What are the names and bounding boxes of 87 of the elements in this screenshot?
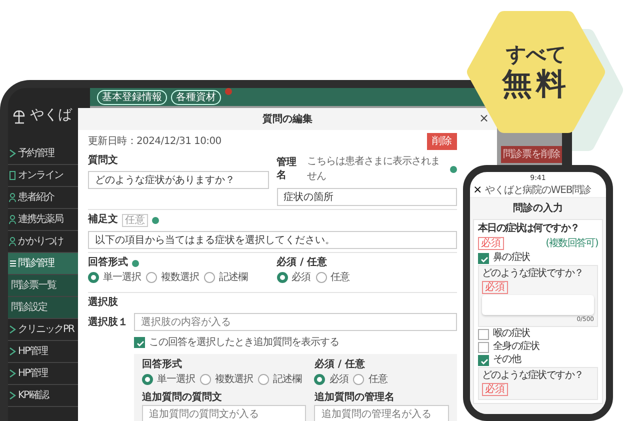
checkbox-label: 全身の症状	[493, 341, 540, 353]
radio-label: 単一選択	[157, 373, 195, 387]
close-button[interactable]: ×	[473, 183, 482, 197]
header-title: やくばと病院のWEB問診	[485, 184, 591, 198]
checkbox-label: この回答を選択したとき追加質問を表示する	[149, 336, 339, 350]
field-label: 必須 / 任意	[314, 358, 366, 371]
checkbox-label: その他	[493, 354, 521, 366]
section-label: 選択肢	[88, 296, 119, 309]
radio-label: 記述欄	[273, 372, 302, 387]
field-label: 必須 / 任意	[276, 256, 328, 269]
chevron-icon	[9, 325, 16, 334]
input-field[interactable]: 追加質問の質問文が入る	[142, 405, 306, 421]
radio-button[interactable]	[314, 374, 326, 385]
tab-button[interactable]: 各種資材	[171, 90, 221, 104]
help-icon	[132, 260, 139, 266]
delete-button[interactable]: 削除	[427, 133, 457, 150]
radio-button[interactable]	[200, 374, 211, 385]
radio-button[interactable]	[258, 374, 269, 385]
field-label: 質問文	[88, 154, 119, 167]
radio-button[interactable]	[204, 272, 215, 283]
person-icon	[9, 215, 16, 224]
promo-text: 無料	[501, 68, 571, 102]
field-label: 追加質問の質問文	[142, 391, 223, 404]
help-icon	[450, 166, 457, 172]
checkbox[interactable]	[134, 337, 145, 348]
radio-label: 複数選択	[215, 372, 253, 387]
chevron-icon	[9, 347, 16, 356]
logo-text: やくば	[30, 106, 72, 125]
question-text: どのような症状ですか？	[482, 370, 584, 382]
input-field[interactable]: 選択肢の内容が入る	[134, 313, 457, 331]
checkbox[interactable]	[478, 354, 489, 366]
chevron-icon	[9, 391, 16, 400]
sidebar-item[interactable]: 問診設定	[8, 297, 78, 319]
question-text: 本日の症状は何ですか？	[478, 223, 580, 235]
field-label: 追加質問の管理名	[314, 391, 396, 404]
checkbox-label: 喉の症状	[493, 328, 530, 340]
phone-icon	[9, 171, 16, 180]
checkbox[interactable]	[478, 328, 489, 340]
tab-button[interactable]: 基本登録情報	[97, 90, 167, 104]
radio-label: 記述欄	[219, 270, 248, 285]
radio-button[interactable]	[88, 272, 99, 283]
notification-dot	[225, 88, 232, 95]
checkbox[interactable]	[478, 252, 489, 264]
page-title: 問診の入力	[512, 202, 564, 216]
radio-button[interactable]	[316, 272, 326, 283]
required-tag: 必須	[482, 383, 508, 396]
question-text: どのような症状ですか？	[482, 268, 584, 280]
radio-label: 複数選択	[161, 270, 199, 285]
promo-text: すべて	[505, 42, 567, 66]
optional-tag: 任意	[122, 214, 148, 226]
field-label: 回答形式	[142, 358, 183, 371]
sidebar-item[interactable]: 問診管理	[8, 253, 78, 275]
radio-button[interactable]	[146, 272, 157, 283]
required-tag: 必須	[478, 237, 504, 250]
list-icon	[9, 259, 16, 268]
radio-button[interactable]	[276, 272, 288, 283]
close-button[interactable]: ×	[478, 111, 489, 125]
field-label: 回答形式	[88, 256, 128, 269]
radio-label: 単一選択	[103, 271, 141, 285]
note-text: (複数回答可)	[546, 236, 598, 251]
field-label: 選択肢１	[88, 316, 129, 330]
chevron-icon	[9, 149, 16, 158]
radio-label: 任意	[330, 270, 350, 285]
required-tag: 必須	[482, 281, 508, 294]
radio-label: 必須	[329, 372, 348, 387]
radio-label: 必須	[292, 270, 310, 285]
field-label: 管理名	[276, 156, 298, 182]
input-field[interactable]: 以下の項目から当てはまる症状を選択してください。	[88, 231, 457, 249]
input-field[interactable]: 症状の箇所	[276, 188, 457, 206]
input-field[interactable]: どのような症状がありますか？	[88, 171, 268, 189]
hint-text: こちらは患者さまに表示されません	[307, 154, 442, 184]
chevron-icon	[9, 369, 16, 378]
help-icon	[152, 216, 159, 224]
checkbox-label: 鼻の症状	[493, 252, 530, 264]
input-field[interactable]: 追加質問の管理名が入る	[314, 405, 449, 421]
modal-title: 質問の編集	[262, 112, 312, 126]
radio-label: 任意	[368, 372, 388, 387]
delete-button[interactable]: 問診票を削除	[501, 146, 562, 163]
updated-time: 更新日時：2024/12/31 10:00	[88, 134, 222, 149]
radio-button[interactable]	[353, 374, 364, 385]
radio-button[interactable]	[142, 374, 153, 385]
logo-icon	[12, 108, 26, 124]
checkbox[interactable]	[478, 342, 489, 352]
sidebar-item[interactable]: 問診票一覧	[8, 275, 78, 297]
field-label: 補足文	[88, 213, 118, 226]
person-icon	[9, 237, 16, 246]
person-icon	[9, 193, 16, 202]
